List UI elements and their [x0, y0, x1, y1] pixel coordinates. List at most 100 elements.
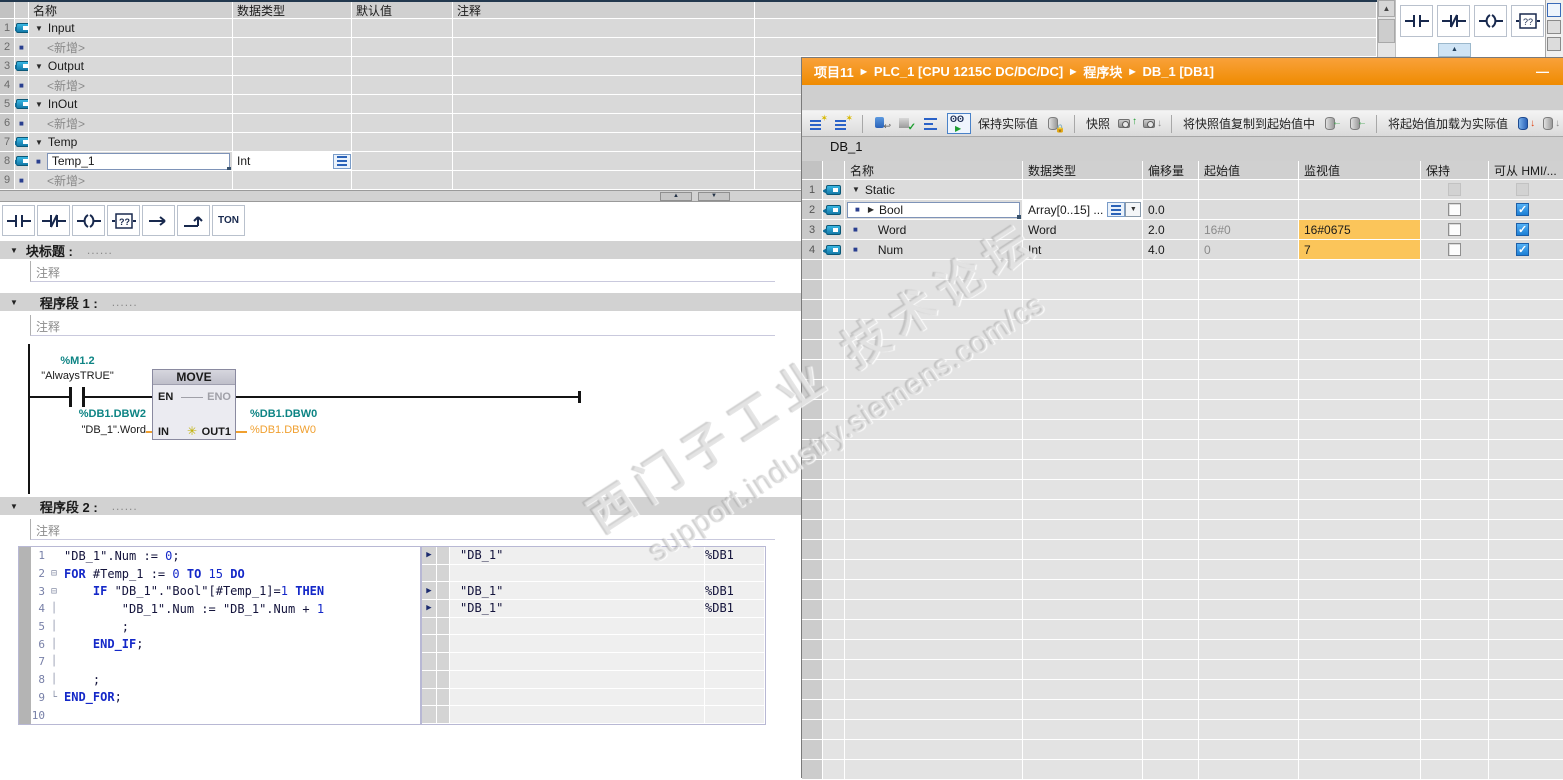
- retain-checkbox[interactable]: [1448, 203, 1461, 216]
- breadcrumb-item[interactable]: 项目11: [814, 62, 854, 81]
- task-card-icon[interactable]: [1547, 20, 1561, 34]
- load-start-as-actual-label[interactable]: 将起始值加载为实际值: [1386, 115, 1510, 132]
- move-out-address[interactable]: %DB1.DBW0: [250, 408, 317, 420]
- load-setpoints-icon[interactable]: ↓: [1540, 114, 1560, 133]
- snapshot-upload-icon[interactable]: ↑: [1117, 114, 1137, 133]
- scl-operand-row[interactable]: ▶ "DB_1" %DB1: [422, 582, 765, 601]
- hmi-checkbox[interactable]: [1516, 223, 1529, 236]
- cell-handle[interactable]: [227, 166, 231, 170]
- pin-en[interactable]: EN: [158, 391, 173, 403]
- datatype-browse-button[interactable]: [1107, 202, 1126, 217]
- db-empty-row[interactable]: [802, 300, 1563, 320]
- breadcrumb-item[interactable]: 程序块: [1083, 62, 1122, 81]
- db-empty-row[interactable]: [802, 660, 1563, 680]
- db-empty-row[interactable]: [802, 280, 1563, 300]
- network1-comment-field[interactable]: 注释: [30, 315, 775, 336]
- copy-snapshot-setpoints-icon[interactable]: ←: [1347, 114, 1367, 133]
- db-empty-row[interactable]: [802, 620, 1563, 640]
- db-empty-row[interactable]: [802, 440, 1563, 460]
- scl-code-line[interactable]: 7 │: [19, 653, 420, 671]
- favorite-open-branch-button[interactable]: [142, 205, 175, 236]
- breadcrumb-item[interactable]: DB_1 [DB1]: [1143, 64, 1215, 79]
- scl-code-line[interactable]: 9 └ END_FOR;: [19, 689, 420, 707]
- db-empty-row[interactable]: [802, 500, 1563, 520]
- insert-row-icon[interactable]: ✶: [808, 113, 828, 133]
- network2-title-bar[interactable]: ▼ 程序段 2 : ......: [0, 497, 801, 515]
- db-empty-row[interactable]: [802, 680, 1563, 700]
- fold-marker-icon[interactable]: ⊟: [51, 586, 64, 597]
- block-title-bar[interactable]: ▼ 块标题 : ......: [0, 241, 801, 259]
- db-empty-row[interactable]: [802, 700, 1563, 720]
- network1-ladder-canvas[interactable]: %M1.2 "AlwaysTRUE" MOVE EN ENO IN ✳ OUT1…: [0, 338, 801, 496]
- monitor-all-button[interactable]: ʘʘ ▶: [947, 113, 971, 134]
- retain-checkbox[interactable]: [1448, 243, 1461, 256]
- monitor-value[interactable]: 16#0675: [1299, 220, 1421, 240]
- network1-title-bar[interactable]: ▼ 程序段 1 : ......: [0, 293, 801, 311]
- db-empty-row[interactable]: [802, 560, 1563, 580]
- db-empty-row[interactable]: [802, 320, 1563, 340]
- contact-bar-left[interactable]: [69, 387, 72, 407]
- scl-operand-row[interactable]: [422, 653, 765, 671]
- collapse-icon[interactable]: ▼: [10, 246, 18, 255]
- db-empty-row[interactable]: [802, 520, 1563, 540]
- reset-start-values-icon[interactable]: ↩: [872, 114, 892, 133]
- db-row-word[interactable]: 3 ■ Word Word 2.0 16#0 16#0675: [802, 220, 1563, 240]
- interface-row-add[interactable]: 2 ■ <新增>: [0, 38, 1396, 57]
- move-instruction-box[interactable]: MOVE EN ENO IN ✳ OUT1: [152, 369, 236, 440]
- expander-icon[interactable]: ▼: [35, 62, 43, 71]
- fold-marker-icon[interactable]: ⊟: [51, 568, 64, 579]
- keep-actual-values-label[interactable]: 保持实际值: [976, 115, 1040, 132]
- db-empty-row[interactable]: [802, 580, 1563, 600]
- db-empty-row[interactable]: [802, 260, 1563, 280]
- snapshot-download-icon[interactable]: ↓: [1142, 114, 1162, 133]
- name-edit-field[interactable]: Temp_1: [46, 152, 231, 170]
- db-empty-row[interactable]: [802, 400, 1563, 420]
- test-task-card-icon[interactable]: [1547, 3, 1561, 17]
- db-row-static[interactable]: 1 ▼ Static: [802, 180, 1563, 200]
- scl-code-line[interactable]: 5 │ ;: [19, 618, 420, 636]
- scl-operand-row[interactable]: [422, 635, 765, 654]
- pin-eno[interactable]: ENO: [207, 391, 231, 403]
- db-empty-row[interactable]: [802, 380, 1563, 400]
- scroll-up-icon[interactable]: ▲: [1378, 0, 1395, 17]
- scl-operand-row[interactable]: [422, 670, 765, 689]
- db-empty-row[interactable]: [802, 540, 1563, 560]
- favorite-coil-button[interactable]: [72, 205, 105, 236]
- db-empty-row[interactable]: [802, 480, 1563, 500]
- scl-code-line[interactable]: 8 │ ;: [19, 671, 420, 689]
- hmi-checkbox[interactable]: [1516, 243, 1529, 256]
- contact-symbol[interactable]: "AlwaysTRUE": [15, 370, 140, 382]
- block-comment-field[interactable]: 注释: [30, 261, 775, 282]
- scl-operand-row[interactable]: ▶ "DB_1" %DB1: [422, 547, 765, 565]
- db-empty-row[interactable]: [802, 420, 1563, 440]
- contact-bar-right[interactable]: [82, 387, 85, 407]
- move-in-address[interactable]: %DB1.DBW2: [40, 408, 146, 420]
- scl-code-editor[interactable]: 1 "DB_1".Num := 0; 2 ⊟ FOR #Temp_1 := 0 TO 1…: [18, 546, 421, 725]
- task-card-icon[interactable]: [1547, 37, 1561, 51]
- cell-handle[interactable]: [1017, 214, 1021, 219]
- instruction-tree-partial[interactable]: ▲: [1438, 43, 1471, 57]
- scl-operand-row[interactable]: [422, 706, 765, 724]
- db-empty-row[interactable]: [802, 640, 1563, 660]
- scl-code-line[interactable]: 2 ⊟ FOR #Temp_1 := 0 TO 15 DO: [19, 565, 420, 583]
- minimize-button[interactable]: —: [1536, 64, 1549, 79]
- expander-icon[interactable]: ▼: [35, 24, 43, 33]
- db-empty-row[interactable]: [802, 460, 1563, 480]
- apply-changes-icon[interactable]: ✓: [897, 114, 917, 133]
- expander-icon[interactable]: ▼: [852, 185, 860, 194]
- splitter-collapse-up-button[interactable]: ▲: [660, 192, 692, 201]
- datatype-edit-field[interactable]: Array[0..15] ... ▼: [1023, 200, 1143, 220]
- pin-out1[interactable]: OUT1: [202, 426, 231, 438]
- copy-snapshot-to-start-label[interactable]: 将快照值复制到起始值中: [1181, 115, 1317, 132]
- monitor-value[interactable]: 7: [1299, 240, 1421, 260]
- expander-icon[interactable]: ▼: [35, 100, 43, 109]
- move-out-operand[interactable]: %DB1.DBW0: [250, 424, 316, 436]
- favorite-nc-contact-button[interactable]: [37, 205, 70, 236]
- scl-operand-row[interactable]: [422, 617, 765, 636]
- db-row-num[interactable]: 4 ■ Num Int 4.0 0 7: [802, 240, 1563, 260]
- db-empty-row[interactable]: [802, 600, 1563, 620]
- name-edit-field[interactable]: ■ ▶ Bool: [847, 201, 1021, 219]
- scl-code-line[interactable]: 3 ⊟ IF "DB_1"."Bool"[#Temp_1]= 1 THEN: [19, 582, 420, 600]
- favorite-nc-contact-button[interactable]: [1437, 5, 1470, 37]
- scl-code-line[interactable]: 4 │ "DB_1".Num := "DB_1".Num + 1: [19, 600, 420, 618]
